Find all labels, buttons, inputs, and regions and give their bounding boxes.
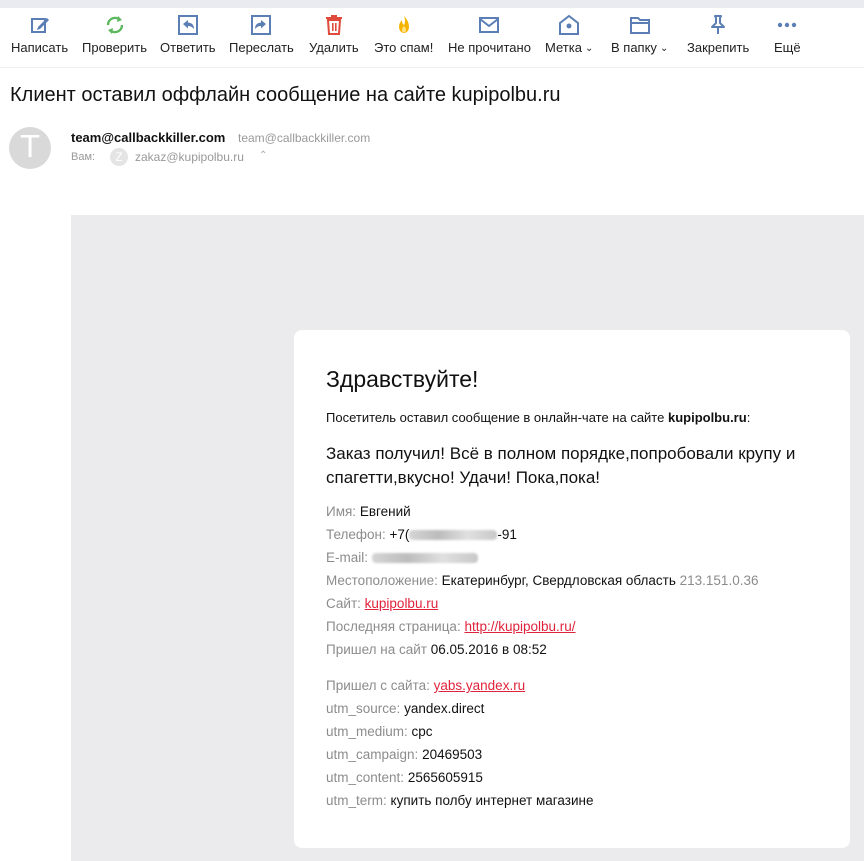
field-referrer: Пришел с сайта: yabs.yandex.ru: [326, 678, 525, 693]
refresh-icon: [104, 14, 126, 36]
utm-source-key: utm_source:: [326, 701, 401, 716]
utm-campaign-value: 20469503: [422, 747, 483, 762]
pin-button[interactable]: Закрепить: [687, 14, 749, 62]
recipient-avatar: Z: [110, 148, 128, 166]
field-location: Местоположение: Екатеринбург, Свердловск…: [326, 573, 758, 588]
utm-medium-key: utm_medium:: [326, 724, 408, 739]
message-card: Здравствуйте! Посетитель оставил сообщен…: [294, 330, 850, 848]
utm-term-key: utm_term:: [326, 793, 387, 808]
field-last-page: Последняя страница: http://kupipolbu.ru/: [326, 619, 576, 634]
field-site: Сайт: kupipolbu.ru: [326, 596, 438, 611]
field-location-key: Местоположение:: [326, 573, 438, 588]
folder-text: В папку: [611, 40, 657, 55]
site-link[interactable]: kupipolbu.ru: [365, 596, 439, 611]
forward-label: Переслать: [229, 40, 294, 55]
field-name-key: Имя:: [326, 504, 357, 519]
tag-icon: [558, 14, 580, 36]
mark-unread-button[interactable]: Не прочитано: [448, 14, 531, 62]
move-to-folder-button[interactable]: В папку ⌄: [611, 14, 668, 62]
envelope-icon: [478, 14, 500, 36]
last-page-link[interactable]: http://kupipolbu.ru/: [464, 619, 575, 634]
pin-label: Закрепить: [687, 40, 750, 55]
redacted-email: [371, 553, 478, 563]
chevron-down-icon: ⌄: [659, 43, 669, 54]
recipient-label: Вам:: [71, 151, 96, 163]
chevron-down-icon: ⌄: [584, 43, 594, 54]
field-arrived-key: Пришел на сайт: [326, 642, 427, 657]
field-phone-key: Телефон:: [326, 527, 386, 542]
mail-toolbar: Написать Проверить Ответить Переслать Уд…: [0, 14, 864, 66]
sender-avatar[interactable]: T: [9, 127, 51, 169]
intro-colon: :: [746, 410, 751, 425]
more-label: Ещё: [774, 40, 801, 55]
field-phone-suffix: -91: [497, 527, 517, 542]
intro-prefix: Посетитель оставил сообщение в онлайн-ча…: [326, 410, 668, 425]
redacted-phone: [409, 530, 498, 540]
folder-icon: [629, 14, 651, 36]
reply-icon: [177, 14, 199, 36]
utm-content-value: 2565605915: [407, 770, 483, 785]
field-location-ip: 213.151.0.36: [679, 573, 759, 588]
reply-button[interactable]: Ответить: [160, 14, 216, 62]
field-phone: Телефон: +7( -91: [326, 527, 517, 542]
delete-button[interactable]: Удалить: [309, 14, 359, 62]
utm-term-value: купить полбу интернет магазине: [390, 793, 594, 808]
field-location-value: Екатеринбург, Свердловская область: [441, 573, 676, 588]
field-site-key: Сайт:: [326, 596, 361, 611]
utm-medium-value: cpc: [411, 724, 433, 739]
referrer-link[interactable]: yabs.yandex.ru: [434, 678, 526, 693]
forward-icon: [250, 14, 272, 36]
compose-button[interactable]: Написать: [11, 14, 68, 62]
field-name: Имя: Евгений: [326, 504, 411, 519]
field-utm-source: utm_source: yandex.direct: [326, 701, 484, 716]
top-strip: [0, 0, 864, 8]
field-name-value: Евгений: [359, 504, 411, 519]
intro-site: kupipolbu.ru: [667, 410, 747, 425]
tag-text: Метка: [545, 40, 582, 55]
email-subject: Клиент оставил оффлайн сообщение на сайт…: [10, 84, 561, 106]
recipient-address[interactable]: zakaz@kupipolbu.ru: [135, 150, 244, 164]
visitor-message: Заказ получил! Всё в полном порядке,попр…: [326, 444, 796, 487]
pin-icon: [708, 14, 728, 36]
folder-dropdown-label: В папку ⌄: [611, 40, 668, 55]
field-phone-prefix: +7(: [389, 527, 410, 542]
field-utm-campaign: utm_campaign: 20469503: [326, 747, 482, 762]
sender-name[interactable]: team@callbackkiller.com: [71, 130, 225, 145]
delete-label: Удалить: [309, 40, 359, 55]
unread-label: Не прочитано: [448, 40, 531, 55]
compose-label: Написать: [11, 40, 69, 55]
field-utm-medium: utm_medium: cpc: [326, 724, 433, 739]
more-dots-icon: [776, 14, 798, 36]
chevron-up-icon[interactable]: ⌃: [259, 150, 267, 161]
spam-fire-icon: [394, 14, 414, 36]
field-email-key: E-mail:: [326, 550, 369, 565]
check-mail-button[interactable]: Проверить: [82, 14, 147, 62]
more-button[interactable]: Ещё: [774, 14, 801, 62]
utm-campaign-key: utm_campaign:: [326, 747, 419, 762]
field-email: E-mail:: [326, 550, 478, 565]
trash-icon: [324, 14, 344, 36]
intro-text: Посетитель оставил сообщение в онлайн-ча…: [326, 410, 750, 425]
compose-icon: [30, 14, 50, 36]
forward-button[interactable]: Переслать: [229, 14, 294, 62]
greeting-heading: Здравствуйте!: [326, 366, 479, 392]
reply-label: Ответить: [160, 40, 216, 55]
field-utm-term: utm_term: купить полбу интернет магазине: [326, 793, 593, 808]
spam-button[interactable]: Это спам!: [374, 14, 433, 62]
field-referrer-key: Пришел с сайта:: [326, 678, 430, 693]
field-arrived-value: 06.05.2016 в 08:52: [430, 642, 547, 657]
field-arrived: Пришел на сайт 06.05.2016 в 08:52: [326, 642, 547, 657]
sender-address[interactable]: team@callbackkiller.com: [238, 131, 370, 145]
toolbar-divider: [0, 67, 864, 68]
utm-content-key: utm_content:: [326, 770, 405, 785]
field-last-page-key: Последняя страница:: [326, 619, 461, 634]
field-utm-content: utm_content: 2565605915: [326, 770, 483, 785]
utm-source-value: yandex.direct: [404, 701, 485, 716]
label-dropdown-button[interactable]: Метка ⌄: [545, 14, 593, 62]
spam-label: Это спам!: [374, 40, 434, 55]
check-label: Проверить: [82, 40, 148, 55]
label-dropdown-label: Метка ⌄: [545, 40, 593, 55]
